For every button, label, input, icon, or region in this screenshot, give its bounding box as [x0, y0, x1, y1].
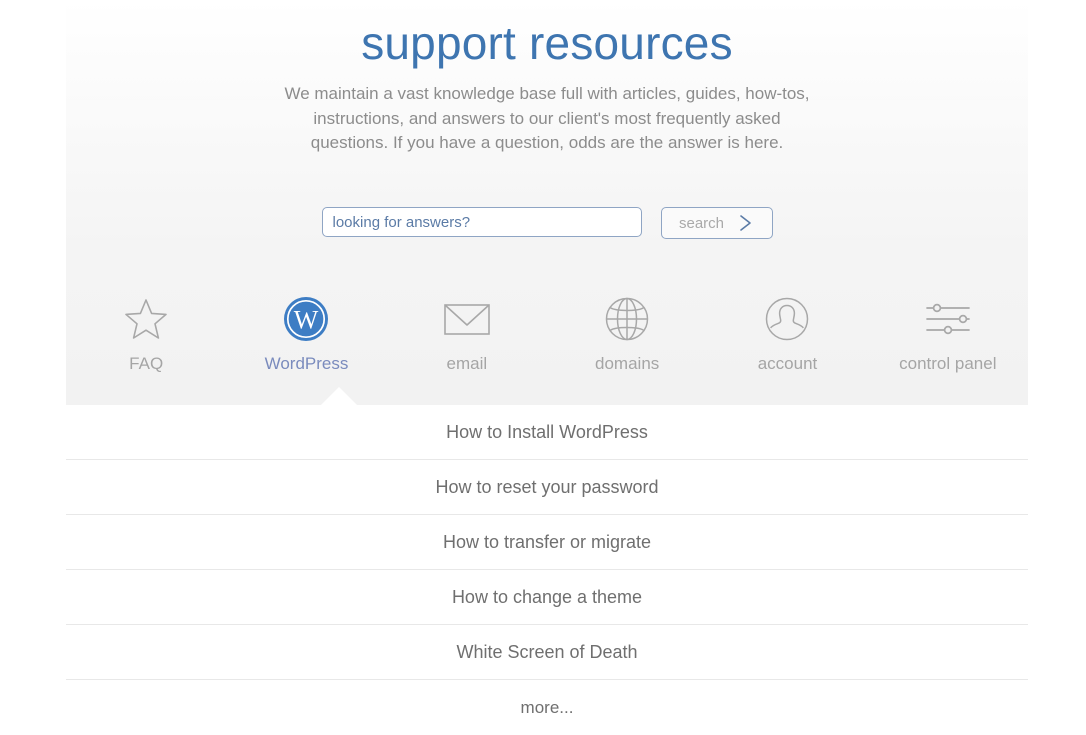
- category-domains[interactable]: domains: [547, 295, 707, 374]
- search-input[interactable]: [321, 207, 642, 237]
- category-wordpress[interactable]: W WordPress: [226, 295, 386, 374]
- category-label: WordPress: [264, 354, 349, 373]
- list-item[interactable]: White Screen of Death: [66, 625, 1028, 680]
- search-button-label: search: [678, 214, 725, 232]
- list-item-more[interactable]: more...: [66, 680, 1028, 735]
- search-bar: search: [66, 207, 1028, 239]
- wordpress-icon: W: [283, 295, 329, 343]
- list-item[interactable]: How to transfer or migrate: [66, 515, 1028, 570]
- category-label: email: [446, 354, 488, 373]
- list-item[interactable]: How to reset your password: [66, 460, 1028, 515]
- support-resources-page: support resources We maintain a vast kno…: [0, 0, 1086, 735]
- article-list: How to Install WordPress How to reset yo…: [66, 405, 1028, 735]
- star-icon: [123, 295, 169, 343]
- chevron-right-icon: [738, 213, 754, 233]
- active-tab-pointer: [321, 387, 357, 405]
- list-item[interactable]: How to Install WordPress: [66, 405, 1028, 460]
- search-button[interactable]: search: [660, 207, 773, 239]
- page-subtitle: We maintain a vast knowledge base full w…: [284, 84, 810, 152]
- category-email[interactable]: email: [387, 295, 547, 374]
- category-label: FAQ: [129, 354, 164, 373]
- sliders-icon: [924, 295, 972, 343]
- list-item[interactable]: How to change a theme: [66, 570, 1028, 625]
- category-label: account: [757, 354, 818, 373]
- category-label: domains: [595, 354, 660, 373]
- category-label: control panel: [899, 354, 997, 373]
- category-faq[interactable]: FAQ: [66, 295, 226, 374]
- envelope-icon: [443, 295, 491, 343]
- user-circle-icon: [764, 295, 810, 343]
- hero-panel: support resources We maintain a vast kno…: [66, 0, 1028, 405]
- svg-text:W: W: [294, 306, 319, 335]
- page-title: support resources: [361, 17, 733, 69]
- category-nav: FAQ W WordPress email domains account co…: [66, 295, 1028, 374]
- category-account[interactable]: account: [707, 295, 867, 374]
- globe-icon: [604, 295, 650, 343]
- category-control-panel[interactable]: control panel: [868, 295, 1028, 374]
